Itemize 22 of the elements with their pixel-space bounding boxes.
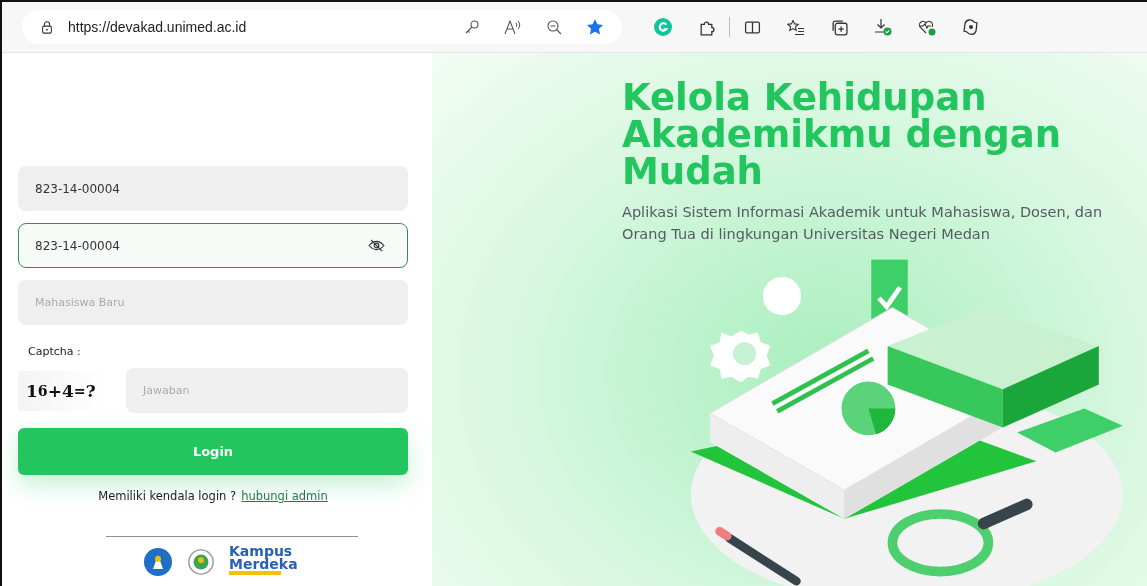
- heart-pulse-icon[interactable]: [918, 18, 936, 36]
- university-emblem-icon: [187, 548, 215, 577]
- zoom-out-icon[interactable]: [546, 19, 562, 35]
- lock-icon[interactable]: [40, 20, 54, 34]
- favorites-icon[interactable]: [787, 18, 805, 36]
- url-text[interactable]: https://devakad.unimed.ac.id: [68, 19, 247, 35]
- campus-logo: Kampus Merdeka: [229, 545, 298, 580]
- collections-icon[interactable]: [831, 18, 848, 36]
- help-text: Memiliki kendala login ?: [98, 489, 237, 503]
- input-field[interactable]: 823-14-00004: [18, 223, 408, 268]
- key-icon[interactable]: [464, 19, 480, 35]
- read-aloud-icon[interactable]: [504, 19, 522, 35]
- eye-slash-icon[interactable]: [368, 239, 385, 252]
- download-icon[interactable]: [874, 18, 892, 36]
- contact-admin-link[interactable]: hubungi admin: [241, 489, 328, 503]
- hero-title: Kelola Kehidupan Akademikmu dengan Mudah: [622, 79, 1063, 190]
- address-bar[interactable]: https://devakad.unimed.ac.id: [22, 10, 622, 44]
- star-icon[interactable]: [586, 18, 604, 36]
- captcha-label: Captcha :: [28, 345, 82, 358]
- hero-subtitle: Aplikasi Sistem Informasi Akademik untuk Mahasiswa, Dosen, dan Orang Tua di lingkungan Universitas Negeri Medan: [622, 203, 1104, 244]
- ministry-emblem-icon: [143, 547, 173, 578]
- input-field[interactable]: 823-14-00004: [18, 166, 408, 211]
